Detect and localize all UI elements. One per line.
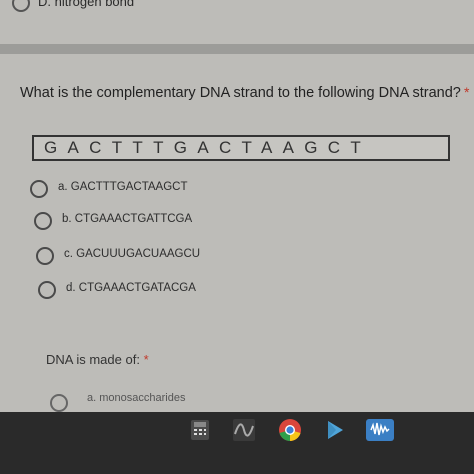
calculator-icon[interactable] (188, 418, 212, 442)
radio-button[interactable] (30, 180, 48, 198)
previous-question-option-d[interactable]: D. nitrogen bond (0, 0, 474, 16)
question-title: What is the complementary DNA strand to … (20, 85, 461, 101)
option-label: b. CTGAAACTGATTCGA (62, 213, 193, 225)
dna-strand-box: GACTTTGACTAAGCT (32, 135, 450, 161)
radio-button[interactable] (34, 212, 52, 230)
question-divider (0, 44, 474, 54)
graph-icon[interactable] (232, 418, 256, 442)
radio-button[interactable] (12, 0, 30, 12)
taskbar (0, 412, 474, 474)
radio-button[interactable] (50, 394, 68, 412)
radio-button[interactable] (36, 247, 54, 265)
option-label: a. GACTTTGACTAAGCT (58, 181, 188, 193)
radio-button[interactable] (38, 281, 56, 299)
required-asterisk: * (464, 84, 470, 100)
question-text: DNA is made of: (46, 352, 140, 367)
option-label: D. nitrogen bond (38, 0, 135, 9)
option-label: a. monosaccharides (87, 392, 186, 404)
option-label: c. GACUUUGACUAAGCU (64, 248, 201, 260)
chrome-icon[interactable] (278, 418, 302, 442)
dna-strand-text: GACTTTGACTAAGCT (44, 138, 372, 157)
option-label: d. CTGAAACTGATACGA (66, 282, 196, 294)
play-store-icon[interactable] (323, 418, 347, 442)
question-title: DNA is made of: * (46, 352, 149, 367)
audio-icon[interactable] (366, 418, 394, 442)
required-asterisk: * (143, 352, 149, 367)
